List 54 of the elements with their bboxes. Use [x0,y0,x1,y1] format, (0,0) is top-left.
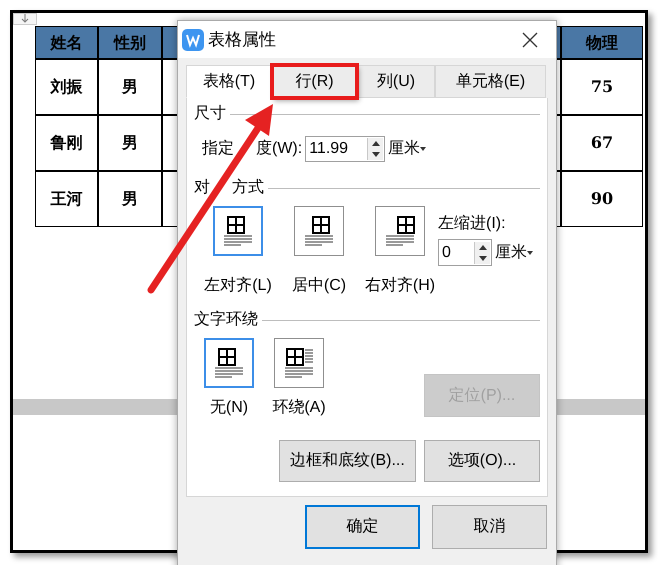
anchor-icon[interactable] [13,13,37,25]
table-cell: 男 [98,59,162,115]
section-heading: 文字环绕 [194,312,258,328]
unit-dropdown[interactable]: 厘米 [495,240,533,264]
tab[interactable]: 单元格(E) [435,65,546,98]
tab[interactable]: 行(R) [272,65,357,98]
column-header: 姓名 [35,26,98,59]
caret-icon [527,250,533,254]
table-cell: 男 [98,115,162,171]
window-title: 表格属性 [208,28,277,51]
table-cell: 鲁刚 [35,115,98,171]
table-cell: 90 [561,171,643,227]
spinner-icon[interactable] [474,242,490,264]
tab[interactable]: 列(U) [357,65,435,98]
table-layout-icon [302,214,336,248]
section-heading: 对 [194,180,210,196]
option-label: 左对齐(L) [204,276,272,296]
field-label: 度(W): [256,141,302,157]
table-alignment-option[interactable] [213,206,263,256]
section-heading: 尺寸 [194,106,226,122]
option-label: 居中(C) [292,276,346,296]
spinner-icon[interactable] [367,138,384,160]
dialog-button[interactable]: 取消 [432,505,547,549]
table-cell: 67 [561,115,643,171]
app-logo-icon [182,28,204,50]
close-icon[interactable] [522,32,538,48]
option-label: 环绕(A) [272,398,326,418]
table-cell: 王河 [35,171,98,227]
table-alignment-option[interactable] [204,338,254,388]
tab[interactable]: 表格(T) [186,65,272,98]
dialog-button[interactable]: 确定 [305,505,420,549]
field-label: 指定 [202,141,234,157]
table-layout-icon [383,214,417,248]
column-header: 性别 [98,26,162,59]
table-layout-icon [282,346,316,380]
field-label: 左缩进(I): [438,214,507,234]
table-alignment-option[interactable] [375,206,425,256]
table-cell: 男 [98,171,162,227]
option-label: 无(N) [210,398,248,418]
dialog-button[interactable]: 边框和底纹(B)... [279,440,416,482]
option-label: 右对齐(H) [364,276,436,296]
section-heading: 方式 [232,180,264,196]
width-input[interactable]: 11.99 [305,136,386,162]
table-layout-icon [212,346,246,380]
table-alignment-option[interactable] [274,338,324,388]
table-cell: 刘振 [35,59,98,115]
column-header: 物理 [561,26,643,59]
table-alignment-option[interactable] [294,206,344,256]
table-layout-icon [221,214,255,248]
dialog-button[interactable]: 选项(O)... [424,440,540,482]
caret-icon [420,147,426,151]
indent-input[interactable]: 0 [438,239,492,266]
table-cell: 75 [561,59,643,115]
unit-dropdown[interactable]: 厘米 [388,137,426,161]
